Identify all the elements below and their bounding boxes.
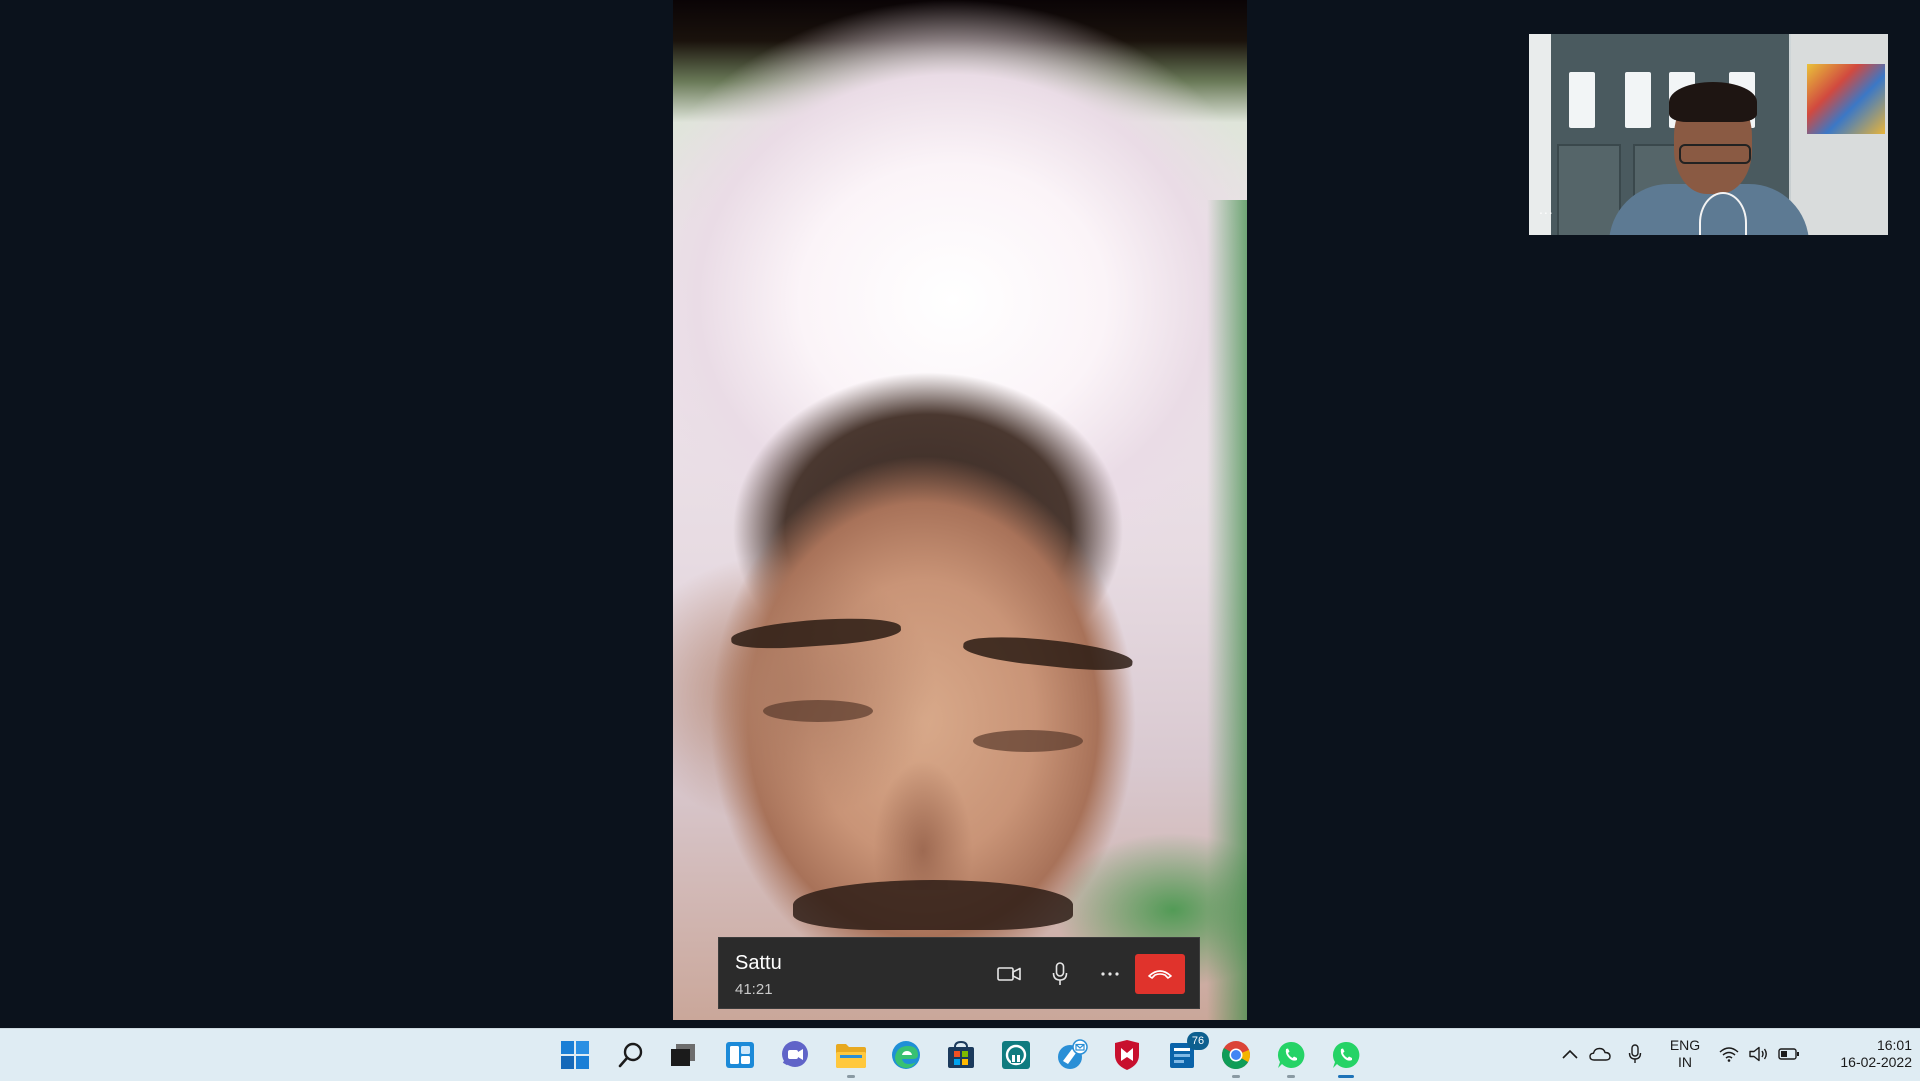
email-icon [1058,1039,1088,1069]
wifi-icon [1719,1047,1739,1062]
language-code: ENG [1669,1037,1701,1053]
task-view-icon [671,1044,695,1066]
remote-video-face-detail [793,880,1073,930]
widgets-icon [726,1042,754,1068]
clock-time: 16:01 [1876,1037,1912,1053]
running-indicator [1232,1075,1240,1078]
windows-start-icon [561,1041,589,1069]
running-indicator [847,1075,855,1078]
hang-up-icon [1148,970,1172,979]
search-icon [618,1042,643,1068]
taskbar-widgets-button[interactable] [723,1038,757,1072]
caller-name: Sattu [735,952,782,974]
video-toggle-button[interactable] [991,956,1027,992]
active-indicator [1338,1075,1354,1078]
store-icon [948,1040,974,1068]
wifi-tray-button[interactable] [1718,1043,1740,1065]
microphone-tray-button[interactable] [1624,1043,1646,1065]
remote-video-face-detail [962,631,1134,675]
taskbar-search-button[interactable] [614,1038,648,1072]
call-duration: 41:21 [735,981,773,998]
taskbar-chat-button[interactable] [778,1038,812,1072]
whatsapp-icon [1332,1041,1360,1068]
remote-video-feed [673,0,1247,1020]
volume-tray-button[interactable] [1748,1043,1770,1065]
more-options-button[interactable] [1092,956,1128,992]
battery-tray-button[interactable] [1778,1043,1800,1065]
running-indicator [1287,1075,1295,1078]
microphone-icon [1628,1044,1642,1063]
chevron-up-icon [1562,1049,1578,1059]
taskbar-whatsapp-button[interactable] [1274,1038,1308,1078]
cloud-icon [1589,1047,1611,1061]
taskbar-file-explorer-button[interactable] [834,1038,868,1078]
onedrive-tray-button[interactable] [1589,1043,1611,1065]
taskbar-mcafee-button[interactable] [1110,1038,1144,1072]
remote-video-face-detail [730,614,902,652]
self-preview-more-icon[interactable]: ... [1539,202,1554,216]
remote-video-background-edge [1207,200,1247,1020]
region-code: IN [1678,1054,1692,1070]
remote-video-face-detail [873,760,973,890]
notification-badge: 76 [1187,1032,1209,1050]
taskbar-chrome-button[interactable] [1219,1038,1253,1078]
more-icon [1101,972,1119,976]
taskbar-whatsapp-active-button[interactable] [1322,1031,1370,1079]
remote-video-face-detail [763,700,873,722]
app-icon [1002,1041,1030,1069]
taskbar-task-view-button[interactable] [666,1038,700,1072]
whatsapp-icon [1277,1041,1305,1068]
edge-icon [892,1041,920,1069]
end-call-button[interactable] [1135,954,1185,994]
language-indicator[interactable]: ENG IN [1663,1037,1707,1071]
battery-icon [1778,1048,1799,1060]
taskbar-edge-button[interactable] [889,1038,923,1072]
microphone-icon [1052,962,1068,985]
taskbar-store-button[interactable] [944,1038,978,1072]
chrome-icon [1222,1041,1250,1070]
microphone-toggle-button[interactable] [1042,956,1078,992]
taskbar-mail-app-button[interactable]: 76 [1165,1032,1209,1072]
clock[interactable]: 16:01 16-02-2022 [1808,1037,1912,1071]
taskbar-app-button[interactable] [999,1038,1033,1072]
mcafee-icon [1115,1040,1139,1070]
call-control-bar: Sattu 41:21 [718,937,1200,1009]
self-preview-poster [1807,64,1885,134]
taskbar-email-button[interactable] [1055,1038,1089,1072]
remote-video-face-detail [973,730,1083,752]
clock-date: 16-02-2022 [1840,1054,1912,1070]
taskbar-start-button[interactable] [558,1038,592,1072]
self-preview-person-hair [1669,82,1757,122]
folder-icon [836,1044,866,1068]
self-preview-glasses [1679,144,1751,164]
self-video-preview[interactable]: ... [1529,34,1888,235]
video-camera-icon [997,967,1021,981]
teams-chat-icon [782,1041,808,1067]
speaker-icon [1749,1046,1767,1062]
taskbar: 76 ENG IN 16:01 16-02-2022 [0,1028,1920,1081]
show-hidden-icons-button[interactable] [1559,1043,1581,1065]
